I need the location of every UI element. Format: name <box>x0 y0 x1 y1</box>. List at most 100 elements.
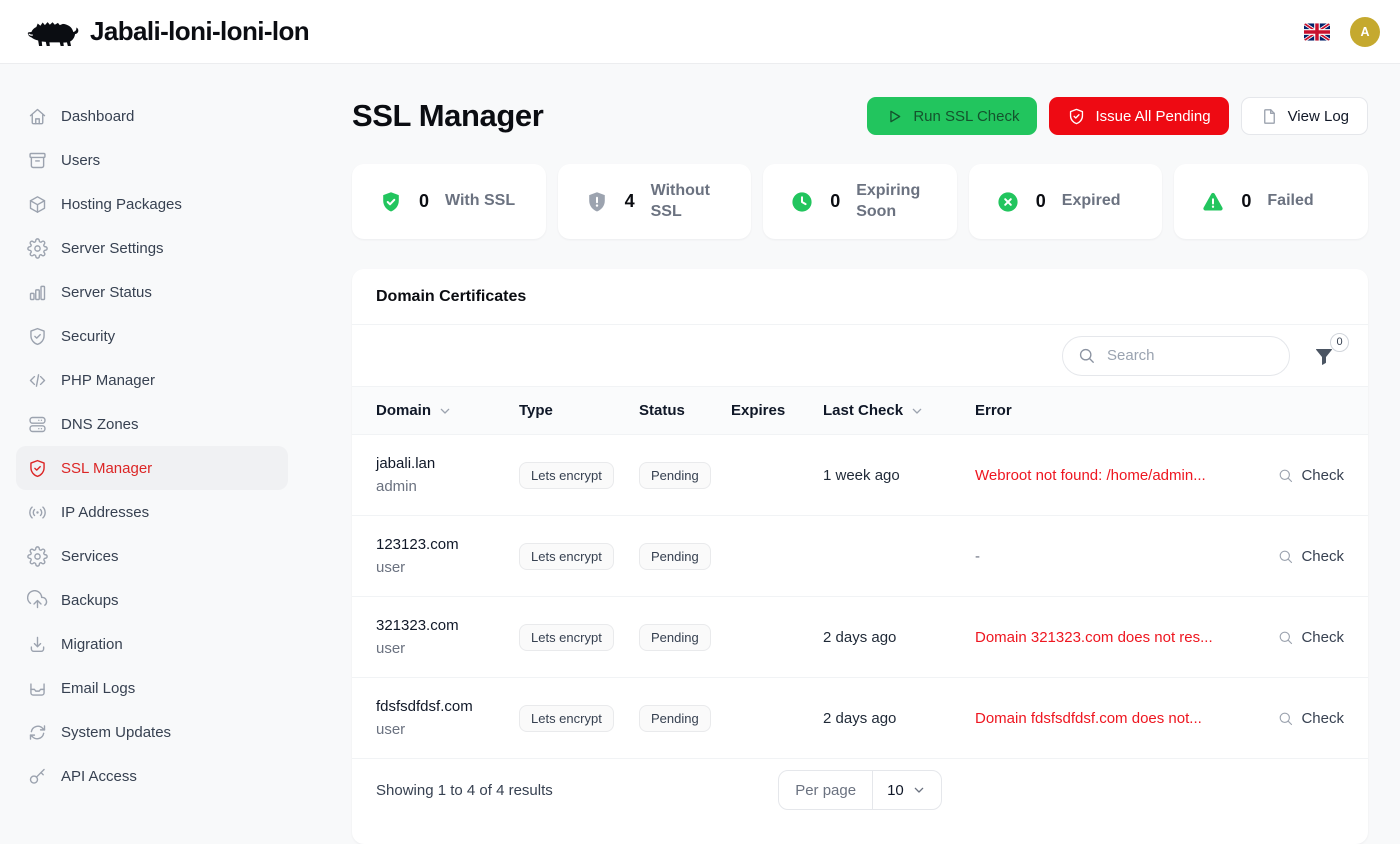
sidebar-item-hosting-packages[interactable]: Hosting Packages <box>16 182 288 226</box>
status-cell: Pending <box>639 705 731 732</box>
refresh-icon <box>27 722 48 743</box>
check-label: Check <box>1301 710 1344 727</box>
sidebar-item-label: Users <box>61 152 100 169</box>
stat-label: Expired <box>1062 191 1121 212</box>
issue-all-pending-button[interactable]: Issue All Pending <box>1049 97 1228 135</box>
topbar: Jabali-loni-loni-lon A <box>0 0 1400 64</box>
sidebar-item-api-access[interactable]: API Access <box>16 754 288 798</box>
sidebar-item-security[interactable]: Security <box>16 314 288 358</box>
column-label: Expires <box>731 402 785 419</box>
sidebar-item-dashboard[interactable]: Dashboard <box>16 94 288 138</box>
inbox-icon <box>27 678 48 699</box>
chevron-down-icon <box>911 782 927 798</box>
domain-owner: admin <box>376 478 519 495</box>
sidebar-item-users[interactable]: Users <box>16 138 288 182</box>
check-button[interactable]: Check <box>1248 548 1344 565</box>
table-row: 321323.com user Lets encrypt Pending 2 d… <box>352 597 1368 678</box>
cloud-upload-icon <box>27 590 48 611</box>
type-badge: Lets encrypt <box>519 543 614 570</box>
search-box <box>1062 336 1290 376</box>
search-icon <box>1277 710 1294 727</box>
broadcast-icon <box>27 502 48 523</box>
stats-row: 0With SSL4Without SSL0Expiring Soon0Expi… <box>352 164 1368 239</box>
topbar-right: A <box>1304 17 1380 47</box>
sidebar-item-label: Server Status <box>61 284 152 301</box>
key-icon <box>27 766 48 787</box>
chevron-down-icon <box>909 403 925 419</box>
domain-owner: user <box>376 559 519 576</box>
sidebar-item-ip-addresses[interactable]: IP Addresses <box>16 490 288 534</box>
uk-flag-icon[interactable] <box>1304 23 1330 41</box>
gear-icon <box>27 238 48 259</box>
stat-label: With SSL <box>445 191 515 212</box>
check-button[interactable]: Check <box>1248 710 1344 727</box>
sidebar-item-system-updates[interactable]: System Updates <box>16 710 288 754</box>
table-header-row: DomainType StatusExpires Last CheckError <box>352 387 1368 435</box>
sidebar-item-label: System Updates <box>61 724 171 741</box>
archive-icon <box>27 150 48 171</box>
sidebar: Dashboard Users Hosting PackagesServer Set… <box>0 64 304 800</box>
page-title: SSL Manager <box>352 98 543 134</box>
sidebar-item-php-manager[interactable]: PHP Manager <box>16 358 288 402</box>
status-cell: Pending <box>639 624 731 651</box>
sidebar-item-dns-zones[interactable]: DNS Zones <box>16 402 288 446</box>
table-row: jabali.lan admin Lets encrypt Pending 1 … <box>352 435 1368 516</box>
error-cell: Domain 321323.com does not res... <box>975 629 1248 646</box>
per-page-select[interactable]: Per page 10 <box>778 770 942 810</box>
shield-alert-fill-icon <box>585 190 609 214</box>
column-label: Error <box>975 402 1012 419</box>
sidebar-item-label: Backups <box>61 592 119 609</box>
sidebar-item-label: API Access <box>61 768 137 785</box>
run-ssl-check-button[interactable]: Run SSL Check <box>867 97 1037 135</box>
sidebar-item-ssl-manager[interactable]: SSL Manager <box>16 446 288 490</box>
check-button[interactable]: Check <box>1248 467 1344 484</box>
last-check-cell: 1 week ago <box>823 467 975 484</box>
domain-name: 123123.com <box>376 536 519 553</box>
status-cell: Pending <box>639 543 731 570</box>
sidebar-item-backups[interactable]: Backups <box>16 578 288 622</box>
table-row: fdsfsdfdsf.com user Lets encrypt Pending… <box>352 678 1368 759</box>
per-page-value: 10 <box>887 782 904 799</box>
filter-count-badge: 0 <box>1330 333 1349 352</box>
sidebar-item-label: DNS Zones <box>61 416 139 433</box>
play-icon <box>885 107 904 126</box>
column-header-last-check[interactable]: Last Check <box>823 402 975 419</box>
check-button[interactable]: Check <box>1248 629 1344 646</box>
search-icon <box>1277 467 1294 484</box>
x-circle-fill-icon <box>996 190 1020 214</box>
search-input[interactable] <box>1105 346 1275 365</box>
domain-owner: user <box>376 640 519 657</box>
search-icon <box>1077 346 1096 365</box>
main-content: SSL Manager Run SSL Check Issue All Pend… <box>352 64 1368 800</box>
sidebar-item-services[interactable]: Services <box>16 534 288 578</box>
column-header-status: Status <box>639 402 731 419</box>
avatar[interactable]: A <box>1350 17 1380 47</box>
sidebar-item-label: PHP Manager <box>61 372 155 389</box>
domain-cell: jabali.lan admin <box>376 455 519 495</box>
stat-value: 4 <box>625 191 635 212</box>
stat-card-expiring-soon: 0Expiring Soon <box>763 164 957 239</box>
status-badge: Pending <box>639 462 711 489</box>
domain-name: jabali.lan <box>376 455 519 472</box>
sidebar-item-server-settings[interactable]: Server Settings <box>16 226 288 270</box>
column-header-domain[interactable]: Domain <box>376 402 519 419</box>
column-label: Type <box>519 402 553 419</box>
home-icon <box>27 106 48 127</box>
domain-owner: user <box>376 721 519 738</box>
alert-triangle-fill-icon <box>1201 190 1225 214</box>
shield-check-icon <box>27 326 48 347</box>
stat-value: 0 <box>419 191 429 212</box>
stat-card-with-ssl: 0 With SSL <box>352 164 546 239</box>
check-label: Check <box>1301 629 1344 646</box>
sidebar-item-email-logs[interactable]: Email Logs <box>16 666 288 710</box>
filter-control: 0 <box>1312 344 1336 368</box>
clock-fill-icon <box>790 190 814 214</box>
view-log-button[interactable]: View Log <box>1241 97 1368 135</box>
sidebar-item-migration[interactable]: Migration <box>16 622 288 666</box>
view-log-label: View Log <box>1288 108 1349 125</box>
stat-label: Failed <box>1267 191 1313 212</box>
sidebar-item-server-status[interactable]: Server Status <box>16 270 288 314</box>
sidebar-item-label: Email Logs <box>61 680 135 697</box>
boar-icon <box>26 13 80 51</box>
table-toolbar: 0 <box>352 325 1368 387</box>
